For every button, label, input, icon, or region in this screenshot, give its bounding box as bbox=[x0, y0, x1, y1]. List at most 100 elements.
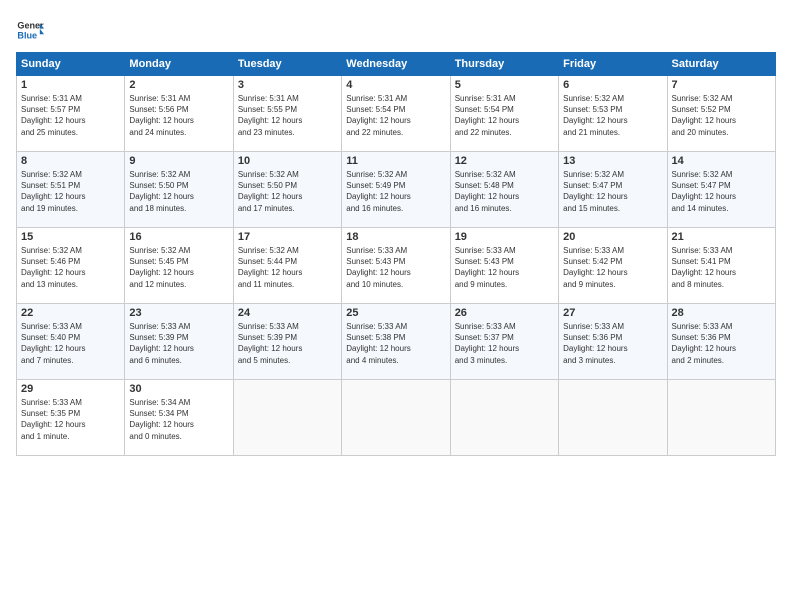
day-detail: Sunrise: 5:33 AMSunset: 5:37 PMDaylight:… bbox=[455, 321, 554, 366]
table-row: 10 Sunrise: 5:32 AMSunset: 5:50 PMDaylig… bbox=[233, 152, 341, 228]
day-number: 4 bbox=[346, 79, 445, 91]
weekday-header: Sunday bbox=[17, 53, 125, 76]
table-row: 11 Sunrise: 5:32 AMSunset: 5:49 PMDaylig… bbox=[342, 152, 450, 228]
weekday-header: Tuesday bbox=[233, 53, 341, 76]
weekday-header: Friday bbox=[559, 53, 667, 76]
table-row bbox=[342, 380, 450, 456]
day-detail: Sunrise: 5:33 AMSunset: 5:41 PMDaylight:… bbox=[672, 245, 771, 290]
header: General Blue bbox=[16, 16, 776, 44]
table-row bbox=[450, 380, 558, 456]
table-row: 9 Sunrise: 5:32 AMSunset: 5:50 PMDayligh… bbox=[125, 152, 233, 228]
table-row: 20 Sunrise: 5:33 AMSunset: 5:42 PMDaylig… bbox=[559, 228, 667, 304]
table-row: 24 Sunrise: 5:33 AMSunset: 5:39 PMDaylig… bbox=[233, 304, 341, 380]
day-detail: Sunrise: 5:32 AMSunset: 5:44 PMDaylight:… bbox=[238, 245, 337, 290]
day-detail: Sunrise: 5:32 AMSunset: 5:52 PMDaylight:… bbox=[672, 93, 771, 138]
day-number: 8 bbox=[21, 155, 120, 167]
table-row bbox=[233, 380, 341, 456]
day-number: 16 bbox=[129, 231, 228, 243]
day-number: 1 bbox=[21, 79, 120, 91]
table-row: 12 Sunrise: 5:32 AMSunset: 5:48 PMDaylig… bbox=[450, 152, 558, 228]
day-number: 28 bbox=[672, 307, 771, 319]
day-detail: Sunrise: 5:31 AMSunset: 5:57 PMDaylight:… bbox=[21, 93, 120, 138]
table-row bbox=[559, 380, 667, 456]
day-number: 7 bbox=[672, 79, 771, 91]
day-detail: Sunrise: 5:32 AMSunset: 5:49 PMDaylight:… bbox=[346, 169, 445, 214]
day-number: 24 bbox=[238, 307, 337, 319]
svg-text:Blue: Blue bbox=[17, 30, 37, 40]
logo-icon: General Blue bbox=[16, 16, 44, 44]
day-detail: Sunrise: 5:33 AMSunset: 5:43 PMDaylight:… bbox=[455, 245, 554, 290]
table-row: 7 Sunrise: 5:32 AMSunset: 5:52 PMDayligh… bbox=[667, 76, 775, 152]
table-row: 22 Sunrise: 5:33 AMSunset: 5:40 PMDaylig… bbox=[17, 304, 125, 380]
day-number: 20 bbox=[563, 231, 662, 243]
table-row: 3 Sunrise: 5:31 AMSunset: 5:55 PMDayligh… bbox=[233, 76, 341, 152]
day-number: 21 bbox=[672, 231, 771, 243]
day-number: 22 bbox=[21, 307, 120, 319]
day-number: 14 bbox=[672, 155, 771, 167]
table-row: 15 Sunrise: 5:32 AMSunset: 5:46 PMDaylig… bbox=[17, 228, 125, 304]
day-number: 17 bbox=[238, 231, 337, 243]
table-row: 23 Sunrise: 5:33 AMSunset: 5:39 PMDaylig… bbox=[125, 304, 233, 380]
day-detail: Sunrise: 5:31 AMSunset: 5:55 PMDaylight:… bbox=[238, 93, 337, 138]
day-detail: Sunrise: 5:31 AMSunset: 5:54 PMDaylight:… bbox=[346, 93, 445, 138]
day-detail: Sunrise: 5:33 AMSunset: 5:35 PMDaylight:… bbox=[21, 397, 120, 442]
table-row: 2 Sunrise: 5:31 AMSunset: 5:56 PMDayligh… bbox=[125, 76, 233, 152]
table-row: 17 Sunrise: 5:32 AMSunset: 5:44 PMDaylig… bbox=[233, 228, 341, 304]
weekday-header: Saturday bbox=[667, 53, 775, 76]
table-row: 1 Sunrise: 5:31 AMSunset: 5:57 PMDayligh… bbox=[17, 76, 125, 152]
day-number: 9 bbox=[129, 155, 228, 167]
day-detail: Sunrise: 5:32 AMSunset: 5:45 PMDaylight:… bbox=[129, 245, 228, 290]
day-number: 5 bbox=[455, 79, 554, 91]
weekday-header: Wednesday bbox=[342, 53, 450, 76]
day-detail: Sunrise: 5:31 AMSunset: 5:54 PMDaylight:… bbox=[455, 93, 554, 138]
day-number: 19 bbox=[455, 231, 554, 243]
table-row: 21 Sunrise: 5:33 AMSunset: 5:41 PMDaylig… bbox=[667, 228, 775, 304]
day-number: 2 bbox=[129, 79, 228, 91]
logo: General Blue bbox=[16, 16, 44, 44]
day-detail: Sunrise: 5:33 AMSunset: 5:43 PMDaylight:… bbox=[346, 245, 445, 290]
day-number: 29 bbox=[21, 383, 120, 395]
table-row: 4 Sunrise: 5:31 AMSunset: 5:54 PMDayligh… bbox=[342, 76, 450, 152]
table-row: 16 Sunrise: 5:32 AMSunset: 5:45 PMDaylig… bbox=[125, 228, 233, 304]
day-detail: Sunrise: 5:33 AMSunset: 5:39 PMDaylight:… bbox=[238, 321, 337, 366]
day-detail: Sunrise: 5:33 AMSunset: 5:42 PMDaylight:… bbox=[563, 245, 662, 290]
day-number: 18 bbox=[346, 231, 445, 243]
day-number: 6 bbox=[563, 79, 662, 91]
table-row: 29 Sunrise: 5:33 AMSunset: 5:35 PMDaylig… bbox=[17, 380, 125, 456]
calendar-table: SundayMondayTuesdayWednesdayThursdayFrid… bbox=[16, 52, 776, 456]
day-detail: Sunrise: 5:31 AMSunset: 5:56 PMDaylight:… bbox=[129, 93, 228, 138]
day-number: 23 bbox=[129, 307, 228, 319]
day-detail: Sunrise: 5:33 AMSunset: 5:36 PMDaylight:… bbox=[672, 321, 771, 366]
day-number: 11 bbox=[346, 155, 445, 167]
weekday-header: Thursday bbox=[450, 53, 558, 76]
day-detail: Sunrise: 5:33 AMSunset: 5:38 PMDaylight:… bbox=[346, 321, 445, 366]
day-detail: Sunrise: 5:32 AMSunset: 5:51 PMDaylight:… bbox=[21, 169, 120, 214]
table-row: 8 Sunrise: 5:32 AMSunset: 5:51 PMDayligh… bbox=[17, 152, 125, 228]
table-row: 19 Sunrise: 5:33 AMSunset: 5:43 PMDaylig… bbox=[450, 228, 558, 304]
table-row: 27 Sunrise: 5:33 AMSunset: 5:36 PMDaylig… bbox=[559, 304, 667, 380]
day-detail: Sunrise: 5:33 AMSunset: 5:36 PMDaylight:… bbox=[563, 321, 662, 366]
day-detail: Sunrise: 5:32 AMSunset: 5:46 PMDaylight:… bbox=[21, 245, 120, 290]
table-row: 14 Sunrise: 5:32 AMSunset: 5:47 PMDaylig… bbox=[667, 152, 775, 228]
day-detail: Sunrise: 5:32 AMSunset: 5:53 PMDaylight:… bbox=[563, 93, 662, 138]
day-detail: Sunrise: 5:32 AMSunset: 5:47 PMDaylight:… bbox=[672, 169, 771, 214]
table-row: 26 Sunrise: 5:33 AMSunset: 5:37 PMDaylig… bbox=[450, 304, 558, 380]
table-row: 13 Sunrise: 5:32 AMSunset: 5:47 PMDaylig… bbox=[559, 152, 667, 228]
day-number: 26 bbox=[455, 307, 554, 319]
day-number: 27 bbox=[563, 307, 662, 319]
table-row: 6 Sunrise: 5:32 AMSunset: 5:53 PMDayligh… bbox=[559, 76, 667, 152]
weekday-header: Monday bbox=[125, 53, 233, 76]
day-detail: Sunrise: 5:32 AMSunset: 5:48 PMDaylight:… bbox=[455, 169, 554, 214]
page: General Blue SundayMondayTuesdayWednesda… bbox=[0, 0, 792, 612]
day-detail: Sunrise: 5:32 AMSunset: 5:50 PMDaylight:… bbox=[129, 169, 228, 214]
day-number: 10 bbox=[238, 155, 337, 167]
day-number: 13 bbox=[563, 155, 662, 167]
day-number: 12 bbox=[455, 155, 554, 167]
table-row: 5 Sunrise: 5:31 AMSunset: 5:54 PMDayligh… bbox=[450, 76, 558, 152]
day-detail: Sunrise: 5:34 AMSunset: 5:34 PMDaylight:… bbox=[129, 397, 228, 442]
day-detail: Sunrise: 5:32 AMSunset: 5:47 PMDaylight:… bbox=[563, 169, 662, 214]
day-number: 30 bbox=[129, 383, 228, 395]
table-row: 28 Sunrise: 5:33 AMSunset: 5:36 PMDaylig… bbox=[667, 304, 775, 380]
day-number: 3 bbox=[238, 79, 337, 91]
day-number: 15 bbox=[21, 231, 120, 243]
